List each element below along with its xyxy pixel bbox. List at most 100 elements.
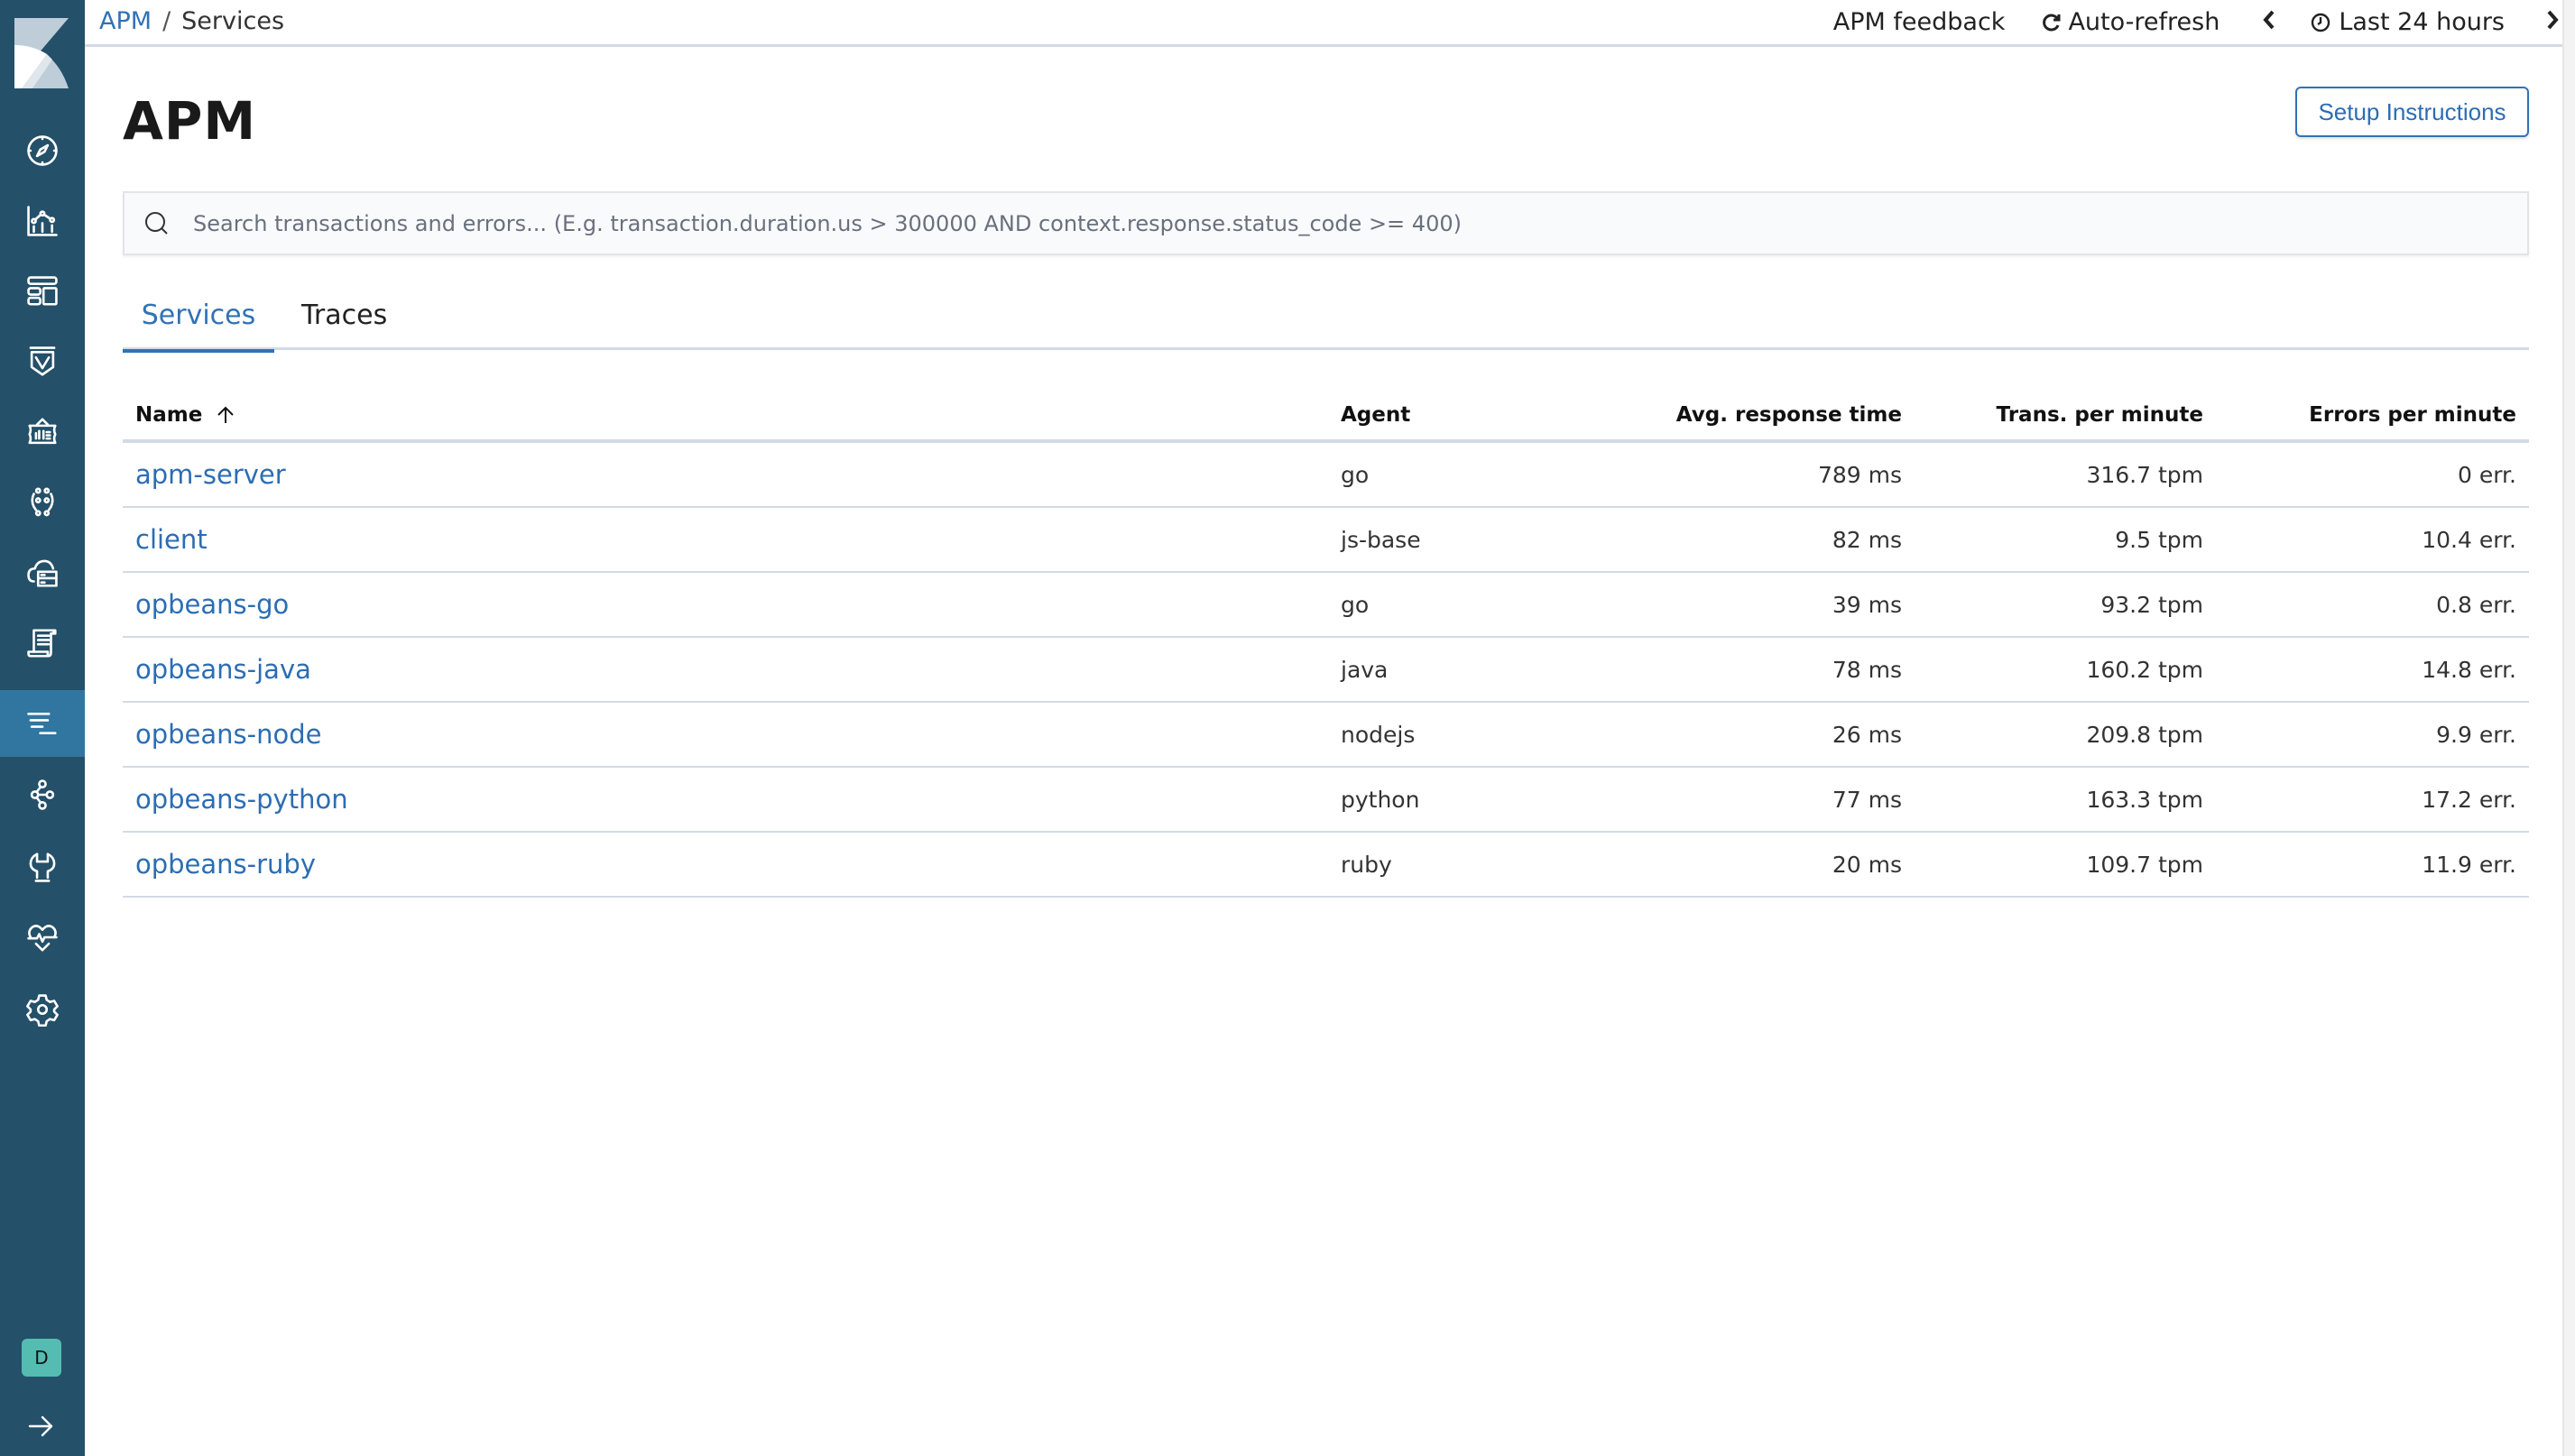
time-range-label: Last 24 hours <box>2339 8 2505 36</box>
time-back-button[interactable] <box>2261 7 2277 37</box>
table-row: opbeans-java java 78 ms 160.2 tpm 14.8 err. <box>123 638 2529 703</box>
tab-bar: Services Traces <box>123 280 2529 353</box>
column-header-errors-per-minute[interactable]: Errors per minute <box>2216 403 2529 427</box>
nav-monitoring[interactable] <box>0 904 85 971</box>
cell-avg-response-time: 26 ms <box>1832 721 1902 748</box>
cell-errors-per-minute: 9.9 err. <box>2436 721 2516 748</box>
avatar-initial: D <box>34 1347 49 1368</box>
timelion-icon <box>29 346 56 376</box>
nav-dev-tools[interactable] <box>0 834 85 900</box>
cell-trans-per-minute: 93.2 tpm <box>2100 591 2203 618</box>
graph-icon <box>30 779 55 810</box>
infrastructure-icon <box>27 559 58 587</box>
sort-ascending-arrow-icon <box>217 406 235 423</box>
cell-name: apm-server <box>123 459 1328 490</box>
time-picker-button[interactable]: Last 24 hours <box>2310 8 2505 36</box>
cell-trans-per-minute: 209.8 tpm <box>2086 721 2203 748</box>
breadcrumb: APM / Services <box>99 7 284 35</box>
user-avatar[interactable]: D <box>22 1339 61 1377</box>
canvas-icon <box>28 418 57 445</box>
logs-icon <box>27 629 57 658</box>
tab-services[interactable]: Services <box>123 280 274 353</box>
top-actions: APM feedback Auto-refresh Last 24 hours <box>1833 7 2562 37</box>
cell-name: opbeans-ruby <box>123 849 1328 880</box>
column-header-agent[interactable]: Agent <box>1328 403 1599 427</box>
service-link[interactable]: opbeans-ruby <box>135 849 316 880</box>
cell-name: opbeans-java <box>123 654 1328 685</box>
table-row: opbeans-node nodejs 26 ms 209.8 tpm 9.9 err. <box>123 703 2529 768</box>
cell-avg-response-time: 78 ms <box>1832 656 1902 683</box>
search-bar <box>123 191 2529 255</box>
top-bar: APM / Services APM feedback Auto-refresh… <box>85 0 2562 47</box>
cell-trans-per-minute: 316.7 tpm <box>2086 461 2203 488</box>
chevron-left-icon <box>2263 10 2275 30</box>
cell-agent: java <box>1341 656 1389 683</box>
kibana-logo-icon[interactable] <box>14 18 69 88</box>
nav-discover[interactable] <box>0 117 85 184</box>
cell-trans-per-minute: 163.3 tpm <box>2086 786 2203 813</box>
services-table: Name Agent Avg. response time Trans. per… <box>123 390 2529 898</box>
nav-canvas[interactable] <box>0 399 85 465</box>
breadcrumb-separator: / <box>162 7 171 35</box>
cell-errors-per-minute: 14.8 err. <box>2422 656 2516 683</box>
auto-refresh-label: Auto-refresh <box>2068 8 2220 36</box>
page-title: APM <box>123 90 257 152</box>
search-icon <box>145 211 168 235</box>
column-header-avg-response-time[interactable]: Avg. response time <box>1599 403 1915 427</box>
clock-icon <box>2312 13 2330 32</box>
chevron-right-icon <box>2547 10 2559 30</box>
cell-errors-per-minute: 11.9 err. <box>2422 851 2516 878</box>
cell-trans-per-minute: 109.7 tpm <box>2086 851 2203 878</box>
nav-visualize[interactable] <box>0 188 85 254</box>
expand-nav-button[interactable] <box>27 1413 58 1440</box>
dev-tools-icon <box>29 852 56 882</box>
table-header: Name Agent Avg. response time Trans. per… <box>123 390 2529 443</box>
cell-agent: ruby <box>1341 851 1392 878</box>
cell-agent: nodejs <box>1341 721 1416 748</box>
nav-apm[interactable] <box>0 690 85 757</box>
compass-icon <box>27 135 58 166</box>
arrow-right-icon <box>28 1415 53 1437</box>
column-header-name-label: Name <box>135 402 203 427</box>
nav-graph[interactable] <box>0 761 85 828</box>
cell-avg-response-time: 789 ms <box>1817 461 1902 488</box>
service-link[interactable]: client <box>135 524 208 555</box>
column-header-trans-per-minute[interactable]: Trans. per minute <box>1915 403 2216 427</box>
cell-name: opbeans-python <box>123 784 1328 815</box>
table-row: client js-base 82 ms 9.5 tpm 10.4 err. <box>123 508 2529 573</box>
auto-refresh-button[interactable]: Auto-refresh <box>2041 8 2220 36</box>
nav-timelion[interactable] <box>0 328 85 395</box>
apm-feedback-link[interactable]: APM feedback <box>1833 8 2006 36</box>
page-scrollbar[interactable] <box>2562 0 2575 1456</box>
cell-agent: python <box>1341 786 1420 813</box>
side-nav: D <box>0 0 85 1456</box>
cell-agent: js-base <box>1341 526 1421 553</box>
nav-dashboard[interactable] <box>0 258 85 325</box>
search-input[interactable] <box>193 210 2527 236</box>
cell-errors-per-minute: 0 err. <box>2457 461 2516 488</box>
breadcrumb-apm-link[interactable]: APM <box>99 7 152 35</box>
service-link[interactable]: opbeans-go <box>135 589 289 620</box>
gear-icon <box>26 994 59 1027</box>
service-link[interactable]: opbeans-node <box>135 719 322 750</box>
cell-agent: go <box>1341 461 1370 488</box>
cell-trans-per-minute: 9.5 tpm <box>2115 526 2203 553</box>
setup-instructions-button[interactable]: Setup Instructions <box>2295 87 2529 137</box>
service-link[interactable]: opbeans-python <box>135 784 348 815</box>
tab-traces[interactable]: Traces <box>301 280 387 350</box>
cell-trans-per-minute: 160.2 tpm <box>2086 656 2203 683</box>
cell-avg-response-time: 20 ms <box>1832 851 1902 878</box>
service-link[interactable]: opbeans-java <box>135 654 311 685</box>
visualize-chart-icon <box>27 206 58 236</box>
monitoring-heartbeat-icon <box>27 925 58 952</box>
nav-infrastructure[interactable] <box>0 539 85 606</box>
nav-management[interactable] <box>0 976 85 1043</box>
service-link[interactable]: apm-server <box>135 459 286 490</box>
machine-learning-icon <box>31 487 54 517</box>
nav-machine-learning[interactable] <box>0 469 85 536</box>
column-header-name[interactable]: Name <box>123 403 1328 427</box>
apm-icon <box>27 713 57 734</box>
nav-logs[interactable] <box>0 610 85 677</box>
time-forward-button[interactable] <box>2544 7 2561 37</box>
table-row: opbeans-ruby ruby 20 ms 109.7 tpm 11.9 err. <box>123 833 2529 898</box>
